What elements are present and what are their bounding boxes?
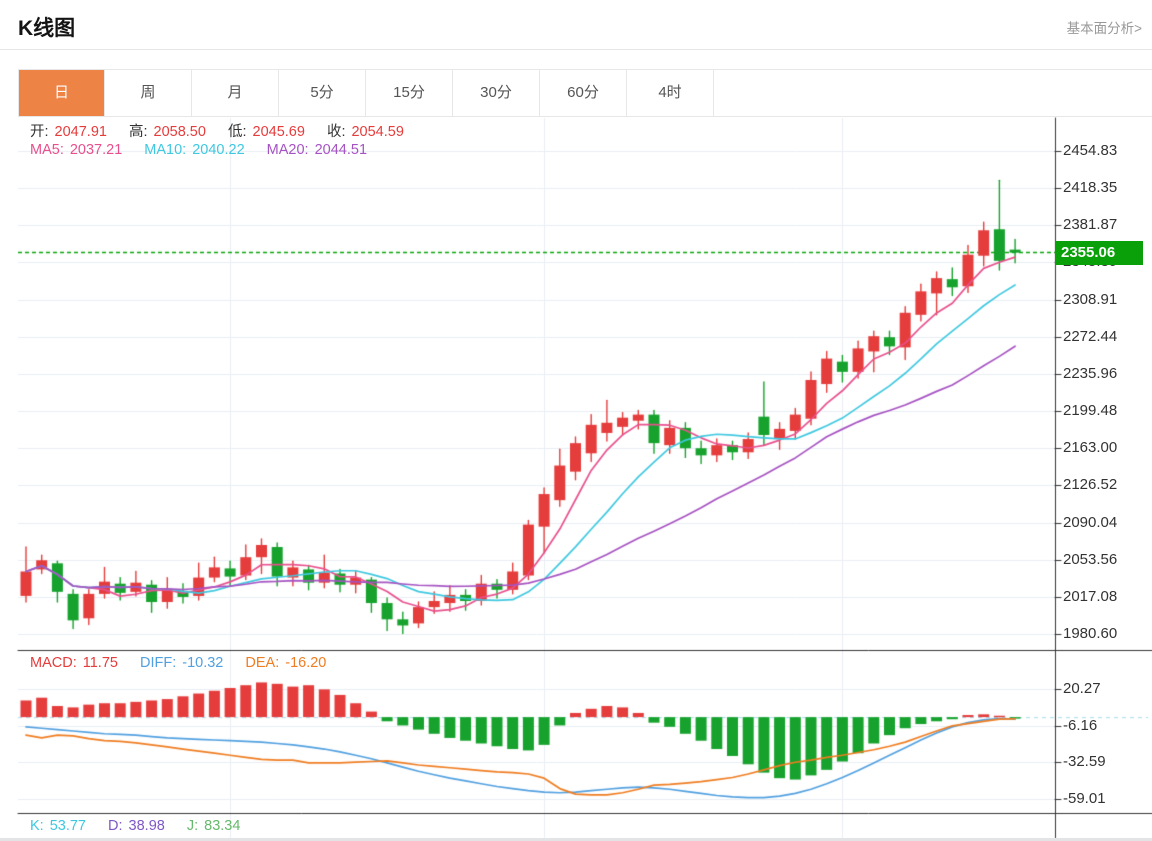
ma10-value: 2040.22 [192, 142, 245, 158]
dea-value: -16.20 [285, 655, 327, 671]
d-value: 38.98 [128, 818, 165, 834]
close-value: 2054.59 [351, 124, 404, 140]
ma5-value: 2037.21 [69, 142, 123, 158]
page-title: K线图 [18, 17, 76, 40]
tab-日[interactable]: 日 [18, 70, 105, 116]
tab-15分[interactable]: 15分 [366, 70, 453, 116]
tab-5分[interactable]: 5分 [279, 70, 366, 116]
price-axis-tick: 2053.56 [1063, 550, 1118, 568]
ma5-label: MA5: [30, 142, 64, 158]
open-label: 开: [30, 124, 49, 140]
price-axis-tick: 2090.04 [1063, 513, 1118, 531]
j-label: J: [186, 818, 199, 834]
macd-axis-tick: 20.27 [1063, 680, 1101, 697]
macd-label: MACD: [30, 655, 77, 671]
dea-label: DEA: [245, 655, 280, 671]
ma-info: MA5: 2037.21 MA10: 2040.22 MA20: 2044.51 [30, 142, 373, 158]
price-axis-tick: 2163.00 [1063, 439, 1118, 457]
price-axis-tick: 2199.48 [1063, 402, 1118, 420]
macd-axis-tick: -32.59 [1063, 753, 1106, 771]
tab-60分[interactable]: 60分 [540, 70, 627, 116]
diff-label: DIFF: [139, 655, 177, 671]
ohlc-info: 开: 2047.91 高: 2058.50 低: 2045.69 收: 2054.59 [30, 120, 410, 141]
open-value: 2047.91 [54, 124, 107, 140]
price-axis-tick: 2308.91 [1063, 290, 1118, 308]
kdj-info: K: 53.77 D: 38.98 J: 83.34 [30, 818, 246, 834]
high-value: 2058.50 [153, 124, 206, 140]
macd-value: 11.75 [82, 655, 118, 671]
close-label: 收: [326, 124, 346, 140]
price-axis-tick: 2381.87 [1063, 216, 1118, 234]
ma20-value: 2044.51 [314, 142, 368, 158]
macd-info: MACD: 11.75 DIFF: -10.32 DEA: -16.20 [30, 655, 332, 671]
low-value: 2045.69 [252, 124, 305, 140]
price-axis-tick: 2235.96 [1063, 364, 1118, 382]
d-label: D: [108, 818, 123, 834]
tab-4时[interactable]: 4时 [627, 70, 714, 116]
high-label: 高: [128, 124, 148, 140]
price-axis-tick: 2126.52 [1063, 476, 1118, 494]
current-price-label: 2355.06 [1055, 240, 1143, 265]
price-axis-tick: 2272.44 [1063, 327, 1118, 345]
macd-axis-tick: -59.01 [1063, 790, 1106, 807]
k-value: 53.77 [49, 818, 86, 834]
header: K线图 基本面分析> [0, 0, 1152, 50]
price-axis-tick: 2454.83 [1063, 142, 1118, 159]
tab-30分[interactable]: 30分 [453, 70, 540, 116]
diff-value: -10.32 [182, 655, 224, 671]
low-label: 低: [227, 124, 247, 140]
ma20-label: MA20: [266, 142, 309, 158]
price-axis-tick: 2017.08 [1063, 587, 1118, 605]
price-axis-tick: 1980.60 [1063, 625, 1118, 642]
k-label: K: [30, 818, 44, 834]
macd-axis-tick: -6.16 [1063, 716, 1098, 734]
tab-月[interactable]: 月 [192, 70, 279, 116]
period-tabs: 日周月 5分 15分 30分 60分 4时 [18, 69, 1152, 117]
tab-周[interactable]: 周 [105, 70, 192, 116]
price-axis-tick: 2418.35 [1063, 179, 1118, 197]
j-value: 83.34 [204, 818, 241, 834]
kline-page: K线图 基本面分析> 日周月 5分 15分 30分 60分 4时 开: 2047.91 高:… [0, 0, 1152, 841]
fundamental-analysis-link[interactable]: 基本面分析> [1067, 17, 1142, 37]
ma10-label: MA10: [144, 142, 187, 158]
